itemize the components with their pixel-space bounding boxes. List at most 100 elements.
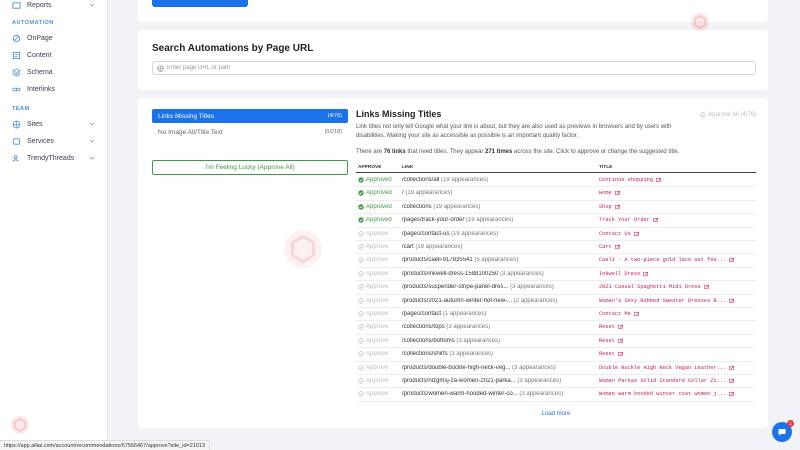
approve-toggle[interactable]: Approve bbox=[358, 338, 400, 344]
edit-icon[interactable] bbox=[618, 338, 624, 344]
table-row: Approve/collections/shirts (3 appearance… bbox=[356, 348, 756, 362]
approve-toggle[interactable]: Approve bbox=[358, 271, 400, 277]
edit-icon[interactable] bbox=[729, 298, 735, 304]
title-cell[interactable]: 2021 Casual Spaghetti Midi Dress bbox=[599, 284, 754, 290]
sidebar-item-interlinks[interactable]: Interlinks bbox=[0, 81, 108, 97]
approve-toggle[interactable]: Approved bbox=[358, 217, 400, 223]
feeling-lucky-button[interactable]: I'm Feeling Lucky (Approve All) bbox=[152, 160, 348, 175]
link-path: /collections/tops bbox=[402, 324, 445, 331]
link-appearances: (3 appearances) bbox=[500, 270, 544, 277]
automation-card: Links Missing Titles (4/76) No Image Alt… bbox=[138, 98, 768, 428]
chevron-down-icon bbox=[89, 156, 95, 160]
link-appearances: (5 appearances) bbox=[474, 257, 519, 264]
link-cell: /pages/track-your-order (19 appearances) bbox=[402, 217, 596, 223]
chat-button[interactable]: 1 bbox=[772, 420, 794, 442]
search-input[interactable] bbox=[167, 65, 747, 71]
title-cell[interactable]: Women warm hooded winter coat women j... bbox=[599, 391, 754, 397]
edit-icon[interactable] bbox=[656, 177, 662, 183]
approve-toggle[interactable]: Approved bbox=[358, 204, 400, 210]
approve-all-button[interactable]: Approve All (4/76) bbox=[700, 112, 756, 118]
approve-status: Approve bbox=[366, 337, 389, 344]
edit-icon[interactable] bbox=[634, 231, 640, 237]
check-circle-outline-icon bbox=[358, 338, 364, 344]
approve-status: Approve bbox=[366, 244, 389, 250]
suggested-title: Shop bbox=[599, 203, 612, 210]
title-cell[interactable]: Home bbox=[599, 190, 754, 196]
approve-toggle[interactable]: Approve bbox=[358, 365, 400, 371]
check-circle-icon bbox=[700, 112, 706, 118]
title-cell[interactable]: Caeli - A two-piece gold lace set fea... bbox=[599, 257, 754, 263]
approve-toggle[interactable]: Approve bbox=[358, 298, 400, 304]
edit-icon[interactable] bbox=[729, 378, 735, 384]
title-cell[interactable]: Track Your Order bbox=[599, 217, 754, 223]
title-cell[interactable]: Shop bbox=[599, 204, 754, 210]
title-cell[interactable]: Continue shopping bbox=[599, 177, 754, 183]
approve-status: Approved bbox=[366, 203, 392, 210]
sidebar: Reports AUTOMATION OnPage Content Schema… bbox=[0, 0, 108, 450]
title-cell[interactable]: Inkwell Dress bbox=[599, 271, 754, 277]
sidebar-item-reports[interactable]: Reports bbox=[0, 0, 108, 13]
tab-links-missing-titles[interactable]: Links Missing Titles (4/76) bbox=[152, 109, 348, 123]
edit-icon[interactable] bbox=[729, 365, 735, 371]
title-cell[interactable]: Reset bbox=[599, 338, 754, 344]
approve-status: Approve bbox=[366, 364, 389, 371]
approve-toggle[interactable]: Approve bbox=[358, 351, 400, 357]
link-path: /pages/contact bbox=[402, 311, 442, 317]
link-cell: /pages/contact-us (19 appearances) bbox=[402, 231, 596, 237]
edit-icon[interactable] bbox=[618, 324, 624, 330]
load-more-link[interactable]: Load more bbox=[356, 411, 756, 417]
approve-toggle[interactable]: Approve bbox=[358, 257, 400, 263]
search-card: Search Automations by Page URL bbox=[138, 30, 768, 90]
title-cell[interactable]: Reset bbox=[599, 351, 754, 357]
edit-icon[interactable] bbox=[653, 217, 659, 223]
edit-icon[interactable] bbox=[615, 204, 621, 210]
panel-description: Link titles not only tell Google what yo… bbox=[356, 124, 672, 139]
edit-icon[interactable] bbox=[704, 284, 710, 290]
edit-icon[interactable] bbox=[729, 391, 735, 397]
sidebar-item-services[interactable]: Services bbox=[0, 133, 108, 149]
title-cell[interactable]: Cart bbox=[599, 244, 754, 250]
approve-toggle[interactable]: Approved bbox=[358, 190, 400, 196]
edit-icon[interactable] bbox=[615, 190, 621, 196]
title-cell[interactable]: Women's Sexy Ribbed Sweater Dresses B... bbox=[599, 298, 754, 304]
edit-icon[interactable] bbox=[618, 351, 624, 357]
link-path: /collections/all bbox=[402, 177, 440, 183]
edit-icon[interactable] bbox=[729, 257, 735, 263]
link-appearances: (19 appearances) bbox=[451, 230, 499, 237]
edit-icon[interactable] bbox=[634, 311, 640, 317]
title-cell[interactable]: Contact Me bbox=[599, 311, 754, 317]
table-row: Approve/products/women-warm-hooded-winte… bbox=[356, 388, 756, 402]
approve-toggle[interactable]: Approve bbox=[358, 324, 400, 330]
sidebar-item-trendythreads[interactable]: TrendyThreads bbox=[0, 150, 108, 166]
link-appearances: (3 appearances) bbox=[517, 378, 562, 384]
approve-status: Approve bbox=[366, 311, 389, 317]
approve-toggle[interactable]: Approve bbox=[358, 284, 400, 290]
sidebar-item-sites[interactable]: Sites bbox=[0, 116, 108, 132]
link-cell: /products/nlzgmsj-za-women-2021-parka...… bbox=[402, 378, 596, 384]
approve-toggle[interactable]: Approve bbox=[358, 231, 400, 237]
approve-status: Approve bbox=[366, 270, 389, 277]
title-cell[interactable]: Women Parkas Solid Standard Collar Zi... bbox=[599, 378, 754, 384]
approve-toggle[interactable]: Approved bbox=[358, 177, 400, 183]
approve-toggle[interactable]: Approve bbox=[358, 378, 400, 384]
edit-icon[interactable] bbox=[615, 244, 621, 250]
sidebar-item-content[interactable]: Content bbox=[0, 47, 108, 63]
link-path: /collections bbox=[402, 203, 432, 210]
link-appearances: (2 appearances) bbox=[513, 297, 558, 304]
regenerate-button[interactable] bbox=[152, 0, 248, 7]
link-appearances: (3 appearances) bbox=[510, 284, 554, 291]
table-row: Approve/products/inkwell-dress-158810025… bbox=[356, 268, 756, 282]
approve-toggle[interactable]: Approve bbox=[358, 311, 400, 317]
link-icon bbox=[12, 85, 21, 94]
approve-toggle[interactable]: Approve bbox=[358, 391, 400, 397]
edit-icon[interactable] bbox=[643, 271, 649, 277]
title-cell[interactable]: Double Buckle High Neck Vegan Leather... bbox=[599, 365, 754, 371]
tab-no-image-alt-title-text[interactable]: No Image Alt/Title Text (0/218) bbox=[152, 125, 348, 139]
sidebar-section-automation: AUTOMATION bbox=[12, 20, 54, 26]
title-cell[interactable]: Contact Us bbox=[599, 231, 754, 237]
approve-toggle[interactable]: Approve bbox=[358, 244, 400, 250]
check-circle-icon bbox=[358, 177, 364, 183]
title-cell[interactable]: Reset bbox=[599, 324, 754, 330]
sidebar-item-schema[interactable]: Schema bbox=[0, 64, 108, 80]
sidebar-item-onpage[interactable]: OnPage bbox=[0, 30, 108, 46]
